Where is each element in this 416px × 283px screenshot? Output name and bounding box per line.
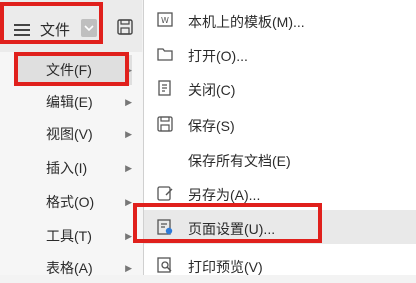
save-icon: [156, 115, 174, 133]
menu-item-label: 插入(I): [46, 160, 88, 176]
menu-item-label: 编辑(E): [46, 94, 93, 110]
menu-item-label: 打开(O)...: [188, 48, 248, 64]
menu-item-open[interactable]: 打开(O)...: [144, 37, 416, 71]
chevron-right-icon: ▶: [125, 230, 132, 241]
folder-icon: [156, 45, 174, 63]
chevron-right-icon: ▶: [125, 162, 132, 173]
menu-item-save[interactable]: 保存(S): [144, 107, 416, 141]
menu-item-view[interactable]: 视图(V) ▶: [14, 119, 132, 149]
highlight-box-file-menu: [0, 2, 103, 44]
menu-item-label: 表格(A): [46, 260, 93, 276]
menu-item-edit[interactable]: 编辑(E) ▶: [14, 87, 132, 117]
menu-item-save-all[interactable]: 保存所有文档(E): [144, 142, 416, 176]
print-preview-icon: [156, 256, 174, 274]
chevron-right-icon: ▶: [125, 96, 132, 107]
chevron-right-icon: ▶: [125, 196, 132, 207]
menu-item-table[interactable]: 表格(A) ▶: [14, 253, 132, 283]
template-icon: W: [156, 11, 174, 29]
highlight-box-file-item: [14, 52, 129, 86]
menu-item-label: 保存(S): [188, 118, 235, 134]
menu-item-insert[interactable]: 插入(I) ▶: [14, 153, 132, 183]
svg-text:W: W: [161, 16, 169, 25]
menu-item-label: 关闭(C): [188, 82, 236, 98]
highlight-box-page-setup: [133, 203, 322, 243]
save-as-icon: [156, 184, 174, 202]
menu-item-label: 格式(O): [46, 194, 95, 210]
save-icon[interactable]: [117, 19, 133, 38]
menu-item-close[interactable]: 关闭(C): [144, 71, 416, 105]
menu-item-print-preview[interactable]: 打印预览(V): [144, 248, 416, 282]
menu-item-label: 视图(V): [46, 126, 93, 142]
chevron-right-icon: ▶: [125, 128, 132, 139]
menu-item-label: 另存为(A)...: [188, 187, 261, 203]
menu-item-format[interactable]: 格式(O) ▶: [14, 187, 132, 217]
menu-item-label: 保存所有文档(E): [188, 153, 291, 169]
menu-item-label: 本机上的模板(M)...: [188, 14, 305, 30]
menu-item-label: 打印预览(V): [188, 259, 263, 275]
menu-item-tools[interactable]: 工具(T) ▶: [14, 221, 132, 251]
close-document-icon: [156, 79, 174, 97]
menu-item-label: 工具(T): [46, 228, 92, 244]
chevron-right-icon: ▶: [125, 262, 132, 273]
menu-item-local-templates[interactable]: W 本机上的模板(M)...: [144, 3, 416, 37]
